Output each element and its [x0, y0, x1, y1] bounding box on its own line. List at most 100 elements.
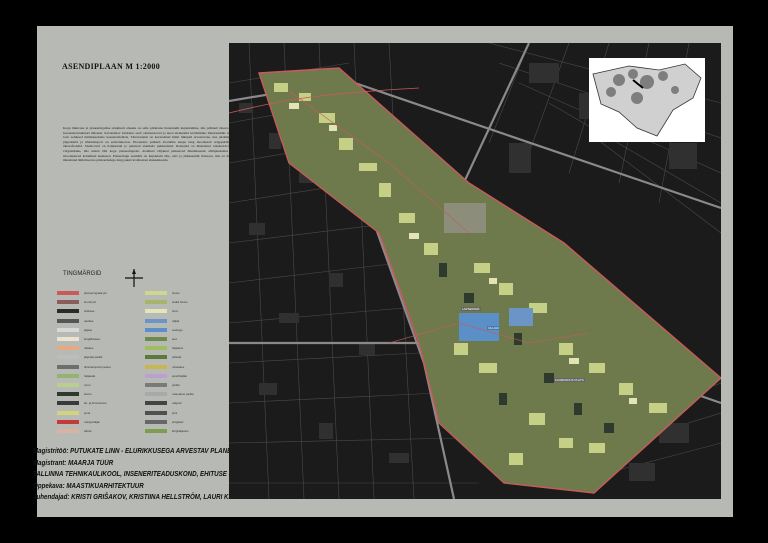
legend-item: haljasala: [57, 373, 95, 379]
legend-swatch: [57, 373, 79, 378]
legend-swatch: [145, 291, 167, 295]
legend-swatch: [57, 300, 79, 305]
legend-label: väljak: [172, 318, 180, 323]
legend-swatch: [57, 309, 79, 314]
legend-item: mänguväljak: [57, 419, 100, 425]
legend-swatch: [57, 429, 79, 433]
location-inset-map: [589, 58, 705, 142]
legend-label: haljastus: [172, 346, 184, 351]
legend-label: kõrghaljastus: [172, 429, 189, 433]
description-text: Kogu liikuvuse ja planeeringulise strukt…: [63, 126, 233, 163]
legend-swatch: [57, 383, 79, 387]
legend-label: jalgtee: [84, 327, 93, 332]
legend-item: prügikast: [145, 419, 183, 425]
legend-item: põõsad: [145, 354, 181, 360]
page-title: ASENDIPLAAN M 1:2000: [62, 62, 160, 71]
legend-label: mänguväljak: [84, 419, 100, 424]
legend-swatch: [57, 392, 79, 397]
legend-label: pink: [172, 410, 178, 415]
legend-item: jalgtee: [57, 327, 92, 333]
map-label-kaubandus: KAUBANDUS PLATS: [554, 378, 585, 382]
legend-swatch: [145, 364, 167, 369]
legend-swatch: [145, 410, 167, 415]
legend-item: haljastus: [145, 345, 183, 351]
legend-item: rattatee: [57, 345, 94, 351]
poster-sheet: ASENDIPLAAN M 1:2000 Kogu liikuvuse ja p…: [33, 26, 733, 517]
legend-swatch: [57, 410, 79, 415]
credits-block: Magistritöö: PUTUKATE LINN - ELURIKKUSEG…: [33, 446, 247, 504]
legend-label: sõidutee: [84, 309, 95, 314]
legend-item: veekogu: [145, 327, 183, 333]
legend-label: rattatee: [84, 346, 94, 351]
legend-item: hoone: [145, 290, 180, 296]
legend-label: muru: [84, 383, 91, 387]
map-label-lapsepark: LAPSEPARK: [461, 307, 481, 311]
legend-label: jalgratta parkla: [84, 355, 103, 360]
legend-label: planeeringuala piir: [84, 291, 107, 295]
legend-label: kergliiklustee: [84, 337, 101, 341]
legend-label: valgusti: [172, 401, 182, 406]
legend-swatch: [145, 401, 167, 406]
legend-swatch: [57, 419, 79, 424]
legend-swatch: [57, 346, 79, 351]
legend-label: raudtee: [84, 318, 94, 323]
legend-item: väljak: [145, 318, 179, 324]
legend-item: raudtee: [57, 318, 94, 324]
legend-swatch: [145, 429, 167, 433]
legend-item: planeeringuala piir: [57, 290, 107, 296]
legend-item: avalik hoone: [145, 299, 188, 305]
legend-label: spordiväljak: [172, 373, 187, 378]
legend-label: äri- ja büroohoone: [84, 401, 107, 406]
legend-swatch: [57, 337, 79, 341]
legend-item: kergliiklustee: [57, 336, 100, 342]
legend-swatch: [145, 300, 167, 305]
legend-label: maa-alune parkla: [172, 392, 194, 397]
legend-item: sõidutee: [57, 308, 95, 314]
legend-item: äri- ja büroohoone: [57, 400, 107, 406]
legend-item: muru: [57, 382, 90, 388]
legend-swatch: [145, 346, 167, 351]
legend-label: haljasala: [84, 373, 96, 378]
map-label-valjak: VALJAK: [487, 326, 500, 330]
legend-title: TINGMÄRGID: [63, 271, 102, 277]
legend-item: pink: [145, 410, 177, 416]
legend-item: sillutis: [57, 428, 92, 434]
legend-swatch: [145, 318, 167, 323]
legend-swatch: [145, 392, 167, 397]
legend-label: puud: [84, 410, 91, 415]
legend-item: elamu: [57, 391, 92, 397]
legend-item: puud: [57, 410, 90, 416]
legend-swatch: [145, 373, 167, 378]
legend-swatch: [145, 337, 167, 341]
legend-swatch: [145, 327, 167, 332]
legend-item: valgusti: [145, 400, 181, 406]
legend-label: hoov: [172, 309, 179, 314]
legend-item: aed: [145, 336, 177, 342]
legend-label: krundi piir: [84, 300, 97, 305]
legend-label: elamu: [84, 392, 92, 397]
legend-item: maa-alune parkla: [145, 391, 194, 397]
legend-item: hoov: [145, 308, 178, 314]
legend-label: ühistranspordi peatus: [84, 364, 111, 369]
legend-swatch: [57, 327, 79, 332]
legend-item: jalgratta parkla: [57, 354, 102, 360]
legend-label: sillutis: [84, 429, 92, 433]
legend-swatch: [145, 383, 167, 387]
legend-swatch: [145, 355, 167, 360]
legend-label: veekogu: [172, 327, 183, 332]
legend-label: prügikast: [172, 419, 184, 424]
legend-label: rohekatus: [172, 364, 185, 369]
legend-item: ühistranspordi peatus: [57, 364, 111, 370]
legend-swatch: [145, 419, 167, 424]
legend-item: kõrghaljastus: [145, 428, 188, 434]
legend-item: rohekatus: [145, 364, 184, 370]
location-map-drawing: [592, 63, 702, 137]
legend-swatch: [57, 355, 79, 360]
legend-swatch: [57, 318, 79, 323]
legend-swatch: [57, 364, 79, 369]
legend-label: avalik hoone: [172, 300, 188, 305]
north-arrow-icon: [125, 269, 143, 287]
legend-item: spordiväljak: [145, 373, 187, 379]
legend-item: parkla: [145, 382, 180, 388]
legend-label: parkla: [172, 383, 180, 387]
